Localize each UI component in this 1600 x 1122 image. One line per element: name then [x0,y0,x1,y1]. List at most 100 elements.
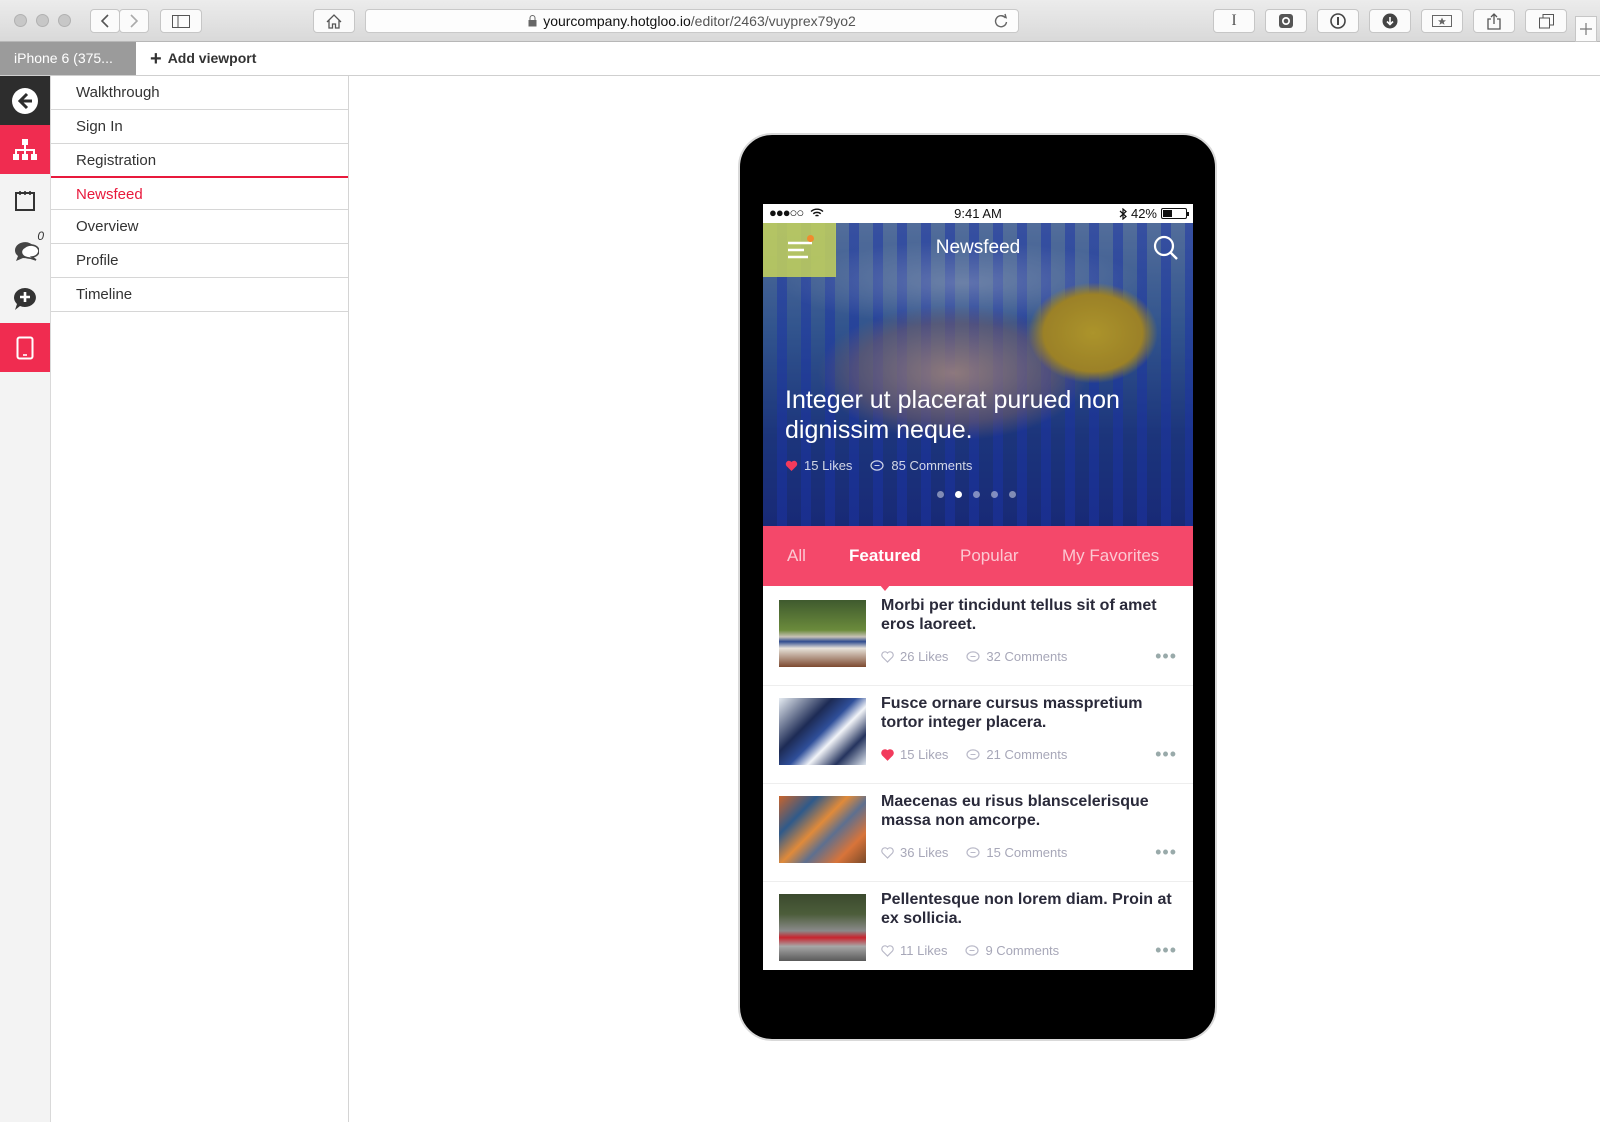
post-likes: 11 Likes [900,943,948,958]
post-title[interactable]: Pellentesque non lorem diam. Proin at ex… [881,890,1181,928]
text-cursor-icon: I [1231,12,1237,29]
post-thumbnail[interactable] [779,698,866,765]
bookmark-button[interactable] [1421,9,1463,33]
iphone-frame: ●●●○○ 9:41 AM 42% Newsfeed Integer ut pl… [738,133,1217,1041]
battery-icon [1161,208,1189,219]
post-comments: 9 Comments [985,943,1060,958]
carousel-dot[interactable] [955,491,962,498]
heart-icon[interactable] [881,846,894,859]
comment-bubble-icon [870,459,885,471]
heart-filled-icon[interactable] [785,460,798,472]
comment-bubble-icon[interactable] [966,650,981,663]
add-viewport-label: Add viewport [167,50,257,66]
comment-bubble-icon[interactable] [965,944,980,957]
page-item-newsfeed[interactable]: Newsfeed [51,176,348,210]
minimize-window-button[interactable] [36,14,49,27]
post-thumbnail[interactable] [779,894,866,961]
zoom-window-button[interactable] [58,14,71,27]
password-manager-button[interactable] [1317,9,1359,33]
sitemap-button[interactable] [0,125,50,174]
sidebar-toggle-button[interactable] [160,9,202,33]
page-item-timeline[interactable]: Timeline [51,278,348,312]
hero-comments: 85 Comments [891,458,973,473]
post-title[interactable]: Morbi per tincidunt tellus sit of amet e… [881,596,1181,634]
viewport-tab-iphone6[interactable]: iPhone 6 (375... [0,42,136,75]
chevron-left-icon [100,14,109,28]
notification-dot [807,235,814,242]
record-icon [1279,14,1293,28]
carousel-dot[interactable] [991,491,998,498]
comment-bubble-icon[interactable] [966,748,981,761]
lock-icon [528,15,537,27]
page-item-walkthrough[interactable]: Walkthrough [51,76,348,110]
carousel-dot[interactable] [937,491,944,498]
tab-featured[interactable]: Featured [849,526,921,586]
notepad-icon [15,190,35,211]
back-to-projects-button[interactable] [0,76,50,125]
tab-all[interactable]: All [787,526,806,586]
forward-button[interactable] [119,9,149,33]
mobile-device-icon [16,336,34,359]
tab-popular[interactable]: Popular [960,526,1019,586]
post-title[interactable]: Fusce ornare cursus masspretium tortor i… [881,694,1181,732]
hero-carousel[interactable]: Newsfeed Integer ut placerat purued non … [763,223,1193,526]
heart-icon[interactable] [881,748,894,761]
more-options-icon[interactable]: ••• [1155,842,1177,863]
downloads-button[interactable] [1369,9,1411,33]
back-button[interactable] [90,9,120,33]
post-card[interactable]: Fusce ornare cursus masspretium tortor i… [763,684,1193,784]
sitemap-icon [13,138,37,160]
carousel-dot[interactable] [973,491,980,498]
hero-headline[interactable]: Integer ut placerat purued non dignissim… [785,385,1185,445]
add-viewport-button[interactable]: + Add viewport [150,42,256,75]
post-card[interactable]: Maecenas eu risus blanscelerisque massa … [763,782,1193,882]
heart-icon[interactable] [881,650,894,663]
close-window-button[interactable] [14,14,27,27]
post-title[interactable]: Maecenas eu risus blanscelerisque massa … [881,792,1181,830]
post-meta: 15 Likes 21 Comments [881,747,1067,762]
post-meta: 26 Likes 32 Comments [881,649,1067,664]
post-likes: 36 Likes [900,845,949,860]
arrow-left-circle-icon [12,87,38,114]
post-likes: 26 Likes [900,649,949,664]
add-comment-button[interactable] [0,274,50,323]
more-options-icon[interactable]: ••• [1155,744,1177,765]
preview-device-button[interactable] [0,323,50,372]
share-button[interactable] [1473,9,1515,33]
reload-icon[interactable] [994,13,1008,29]
post-thumbnail[interactable] [779,600,866,667]
post-thumbnail[interactable] [779,796,866,863]
page-item-registration[interactable]: Registration [51,144,348,178]
tabs-overview-button[interactable] [1525,9,1567,33]
tab-my-favorites[interactable]: My Favorites [1062,526,1159,586]
comment-bubble-icon[interactable] [966,846,981,859]
search-button[interactable] [1153,235,1179,266]
plus-icon: + [150,48,162,70]
category-tabs: All Featured Popular My Favorites [763,526,1193,586]
extension-button-1[interactable] [1265,9,1307,33]
url-path: /editor/2463/vuyprex79yo2 [690,13,856,29]
page-item-sign-in[interactable]: Sign In [51,110,348,144]
post-card[interactable]: Pellentesque non lorem diam. Proin at ex… [763,880,1193,970]
carousel-dot[interactable] [1009,491,1016,498]
url-domain: yourcompany.hotgloo.io [543,13,691,29]
battery-fill [1163,210,1173,217]
post-likes: 15 Likes [900,747,949,762]
comments-button[interactable]: 0 [0,225,50,274]
reader-button[interactable]: I [1213,9,1255,33]
new-tab-button[interactable] [1575,16,1597,42]
plus-icon [1580,23,1592,35]
home-button[interactable] [313,9,355,33]
address-bar[interactable]: yourcompany.hotgloo.io/editor/2463/vuypr… [365,9,1019,33]
post-card[interactable]: Morbi per tincidunt tellus sit of amet e… [763,586,1193,686]
more-options-icon[interactable]: ••• [1155,646,1177,667]
more-options-icon[interactable]: ••• [1155,940,1177,961]
page-item-overview[interactable]: Overview [51,210,348,244]
comments-icon [14,241,39,261]
page-item-profile[interactable]: Profile [51,244,348,278]
heart-icon[interactable] [881,944,894,957]
chevron-right-icon [130,14,139,28]
notes-button[interactable] [0,176,50,225]
carousel-pagination [937,491,1016,498]
post-comments: 21 Comments [986,747,1068,762]
